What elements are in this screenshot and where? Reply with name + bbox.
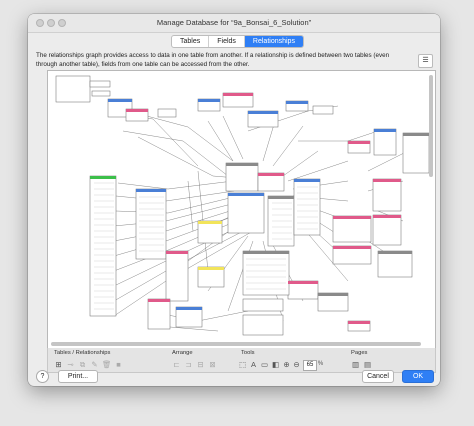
page-break-icon[interactable]: ▥ — [351, 360, 360, 369]
edit-icon[interactable]: ✎ — [90, 360, 99, 369]
resize-icon[interactable]: ⊠ — [208, 360, 217, 369]
note-tool-icon[interactable]: ▭ — [260, 360, 269, 369]
ok-button[interactable]: OK — [402, 370, 434, 383]
pages-label: Pages — [351, 350, 368, 356]
tab-relationships[interactable]: Relationships — [244, 36, 303, 47]
distribute-icon[interactable]: ⊟ — [196, 360, 205, 369]
add-table-icon[interactable]: ⊞ — [54, 360, 63, 369]
tab-fields[interactable]: Fields — [209, 36, 245, 47]
delete-icon[interactable]: 🗑 — [102, 360, 112, 369]
title-bar: Manage Database for “9a_Bonsai_6_Solutio… — [28, 14, 440, 33]
page-setup-icon[interactable]: ▤ — [363, 360, 372, 369]
zoom-percentage-field[interactable]: 65 — [303, 360, 317, 371]
relationships-description: The relationships graph provides access … — [36, 52, 390, 68]
tab-bar: Tables Fields Relationships — [171, 35, 304, 48]
table-list-icon[interactable]: ☰ — [418, 54, 433, 68]
tools-label: Tools — [241, 350, 255, 356]
tab-tables[interactable]: Tables — [172, 36, 210, 47]
stop-icon[interactable]: ■ — [114, 360, 123, 369]
align-center-icon[interactable]: ⊐ — [184, 360, 193, 369]
align-left-icon[interactable]: ⊏ — [172, 360, 181, 369]
arrange-label: Arrange — [172, 350, 193, 356]
text-tool-icon[interactable]: A — [249, 360, 258, 369]
manage-database-window: Manage Database for “9a_Bonsai_6_Solutio… — [28, 14, 440, 386]
zoom-out-icon[interactable]: ⊖ — [292, 360, 301, 369]
cancel-button[interactable]: Cancel — [362, 370, 394, 383]
zoom-in-icon[interactable]: ⊕ — [282, 360, 291, 369]
color-tool-icon[interactable]: ◧ — [271, 360, 280, 369]
tables-relationships-label: Tables / Relationships — [54, 350, 111, 356]
window-title: Manage Database for “9a_Bonsai_6_Solutio… — [156, 18, 312, 27]
zoom-unit-label: % — [317, 361, 324, 367]
vertical-scrollbar[interactable] — [429, 75, 433, 177]
relationships-graph[interactable] — [47, 70, 436, 349]
duplicate-icon[interactable]: ⧉ — [78, 360, 87, 369]
relationships-graph-canvas[interactable] — [48, 71, 435, 348]
add-relationship-icon[interactable]: ⊸ — [66, 360, 75, 369]
pointer-tool-icon[interactable]: ⬚ — [238, 360, 247, 369]
help-button[interactable]: ? — [36, 370, 49, 383]
print-button[interactable]: Print... — [58, 370, 98, 383]
horizontal-scrollbar[interactable] — [51, 342, 421, 346]
